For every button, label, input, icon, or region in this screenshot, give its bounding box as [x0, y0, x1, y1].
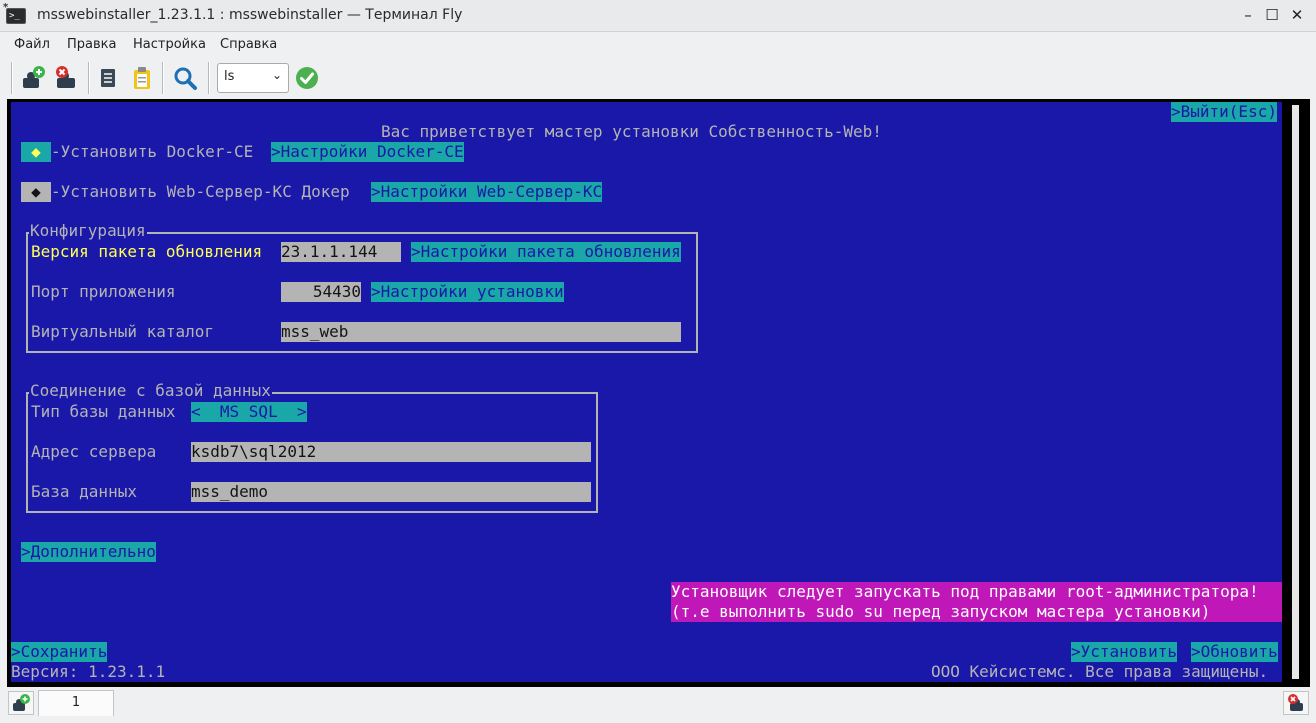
server-field[interactable]: ksdb7\sql2012 — [191, 442, 591, 462]
config-legend: Конфигурация — [29, 221, 147, 240]
vdir-label: Виртуальный каталог — [31, 322, 215, 341]
webserver-install-label: -Установить Web-Сервер-КС Докер — [51, 182, 350, 201]
toolbar-separator — [208, 62, 210, 94]
terminal-app-icon: >_ — [6, 8, 26, 24]
webserver-settings-button[interactable]: >Настройки Web-Сервер-КС — [371, 182, 603, 202]
search-icon[interactable] — [171, 64, 199, 92]
chevron-down-icon: ⌄ — [271, 68, 282, 82]
welcome-text: Вас приветствует мастер установки Собств… — [381, 122, 882, 141]
window-title: msswebinstaller_1.23.1.1 : msswebinstall… — [37, 7, 463, 23]
db-legend: Соединение с базой данных — [29, 381, 272, 400]
docker-install-label: -Установить Docker-CE — [51, 142, 254, 161]
maximize-button[interactable]: ☐ — [1263, 6, 1281, 24]
run-icon[interactable] — [293, 64, 321, 92]
menu-file[interactable]: Файл — [14, 37, 50, 52]
menu-settings[interactable]: Настройка — [133, 37, 206, 52]
terminal-scrollbar[interactable] — [1284, 102, 1306, 682]
version-settings-button[interactable]: >Настройки пакета обновления — [411, 242, 681, 262]
close-button[interactable]: ✕ — [1288, 6, 1306, 24]
server-label: Адрес сервера — [31, 442, 157, 461]
close-session-icon[interactable] — [52, 64, 80, 92]
docker-checkbox[interactable]: ◆ — [21, 142, 51, 162]
install-settings-button[interactable]: >Настройки установки — [371, 282, 564, 302]
menu-edit[interactable]: Правка — [67, 37, 116, 52]
close-tab-button[interactable] — [1283, 691, 1309, 715]
root-warning-line-2: (т.е выполнить sudo su перед запуском ма… — [671, 602, 1282, 622]
version-text: Версия: 1.23.1.1 — [11, 662, 166, 681]
menu-help[interactable]: Справка — [220, 37, 277, 52]
install-button[interactable]: >Установить — [1071, 642, 1177, 662]
docker-settings-button[interactable]: >Настройки Docker-CE — [271, 142, 464, 162]
new-tab-button[interactable] — [8, 691, 34, 715]
db-name-field[interactable]: mss_demo — [191, 482, 591, 502]
db-name-label: База данных — [31, 482, 137, 501]
version-field[interactable]: 23.1.1.144 — [281, 242, 401, 262]
paste-icon[interactable] — [128, 64, 156, 92]
db-type-label: Тип базы данных — [31, 402, 176, 421]
app-icon-badge: * — [3, 2, 9, 13]
vdir-field[interactable]: mss_web — [281, 322, 681, 342]
exit-button[interactable]: >Выйти(Esc) — [1171, 102, 1277, 122]
toolbar-separator — [88, 62, 90, 94]
minimize-button[interactable]: – — [1239, 6, 1257, 24]
tab-bar — [0, 688, 1316, 723]
tab-1[interactable]: 1 — [38, 690, 114, 716]
webserver-checkbox[interactable]: ◆ — [21, 182, 51, 202]
version-label: Версия пакета обновления — [31, 242, 263, 261]
update-button[interactable]: >Обновить — [1191, 642, 1278, 662]
advanced-button[interactable]: >Дополнительно — [21, 542, 156, 562]
command-select[interactable]: ls ⌄ — [217, 63, 289, 93]
command-select-value: ls — [224, 69, 235, 84]
copyright-text: ООО Кейсистемс. Все права защищены. — [931, 662, 1269, 681]
copy-icon[interactable] — [94, 64, 122, 92]
port-field[interactable]: 54430 — [281, 282, 361, 302]
toolbar-separator — [11, 62, 13, 94]
terminal-screen[interactable]: >Выйти(Esc) Вас приветствует мастер уста… — [11, 102, 1282, 682]
new-session-icon[interactable] — [20, 64, 48, 92]
toolbar-separator — [162, 62, 164, 94]
db-type-selector[interactable]: < MS SQL > — [191, 402, 307, 422]
save-button[interactable]: >Сохранить — [11, 642, 108, 662]
root-warning-line-1: Установщик следует запускать под правами… — [671, 582, 1282, 602]
port-label: Порт приложения — [31, 282, 176, 301]
